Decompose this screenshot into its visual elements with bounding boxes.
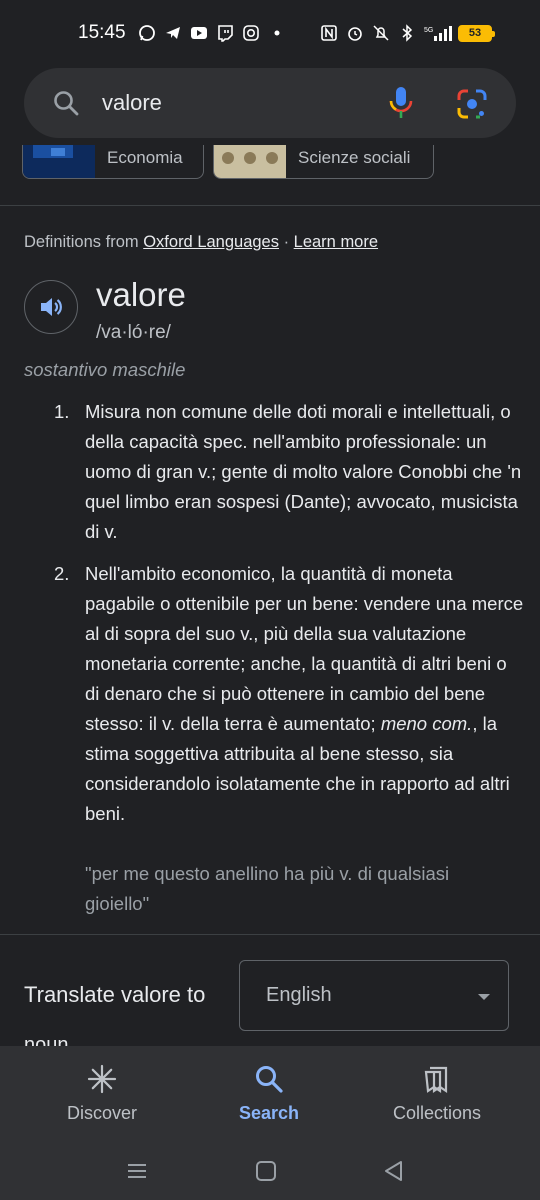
search-bar[interactable]: valore: [24, 68, 516, 138]
twitch-icon: [216, 24, 234, 42]
usage-note: meno com.: [380, 713, 473, 734]
dropdown-arrow-icon: [478, 994, 490, 1000]
svg-text:5G: 5G: [424, 27, 433, 34]
definition-text: Nell'ambito economico, la quantità di mo…: [85, 559, 525, 829]
microphone-icon[interactable]: [388, 86, 414, 120]
nav-label: Discover: [66, 1103, 137, 1123]
definition-text: Misura non comune delle doti morali e in…: [85, 401, 522, 542]
category-chips: Economia Scienze sociali: [0, 145, 540, 185]
nav-discover[interactable]: Discover: [12, 1046, 192, 1142]
recent-apps-icon[interactable]: [124, 1158, 150, 1184]
divider: [0, 205, 540, 206]
bottom-navigation: Discover Search Collections: [0, 1046, 540, 1142]
discover-icon: [87, 1064, 117, 1094]
mute-icon: [372, 24, 390, 42]
search-icon: [256, 1066, 283, 1093]
oxford-languages-link[interactable]: Oxford Languages: [143, 233, 279, 251]
telegram-icon: [164, 24, 182, 42]
status-time: 15:45: [78, 22, 126, 43]
google-lens-icon[interactable]: [456, 88, 488, 120]
chip-thumbnail: [23, 145, 95, 178]
nav-search[interactable]: Search: [179, 1046, 359, 1142]
bluetooth-icon: [398, 24, 416, 42]
home-icon[interactable]: [253, 1158, 279, 1184]
5g-signal-icon: 5G: [424, 24, 454, 42]
nav-label: Search: [238, 1103, 300, 1123]
learn-more-link[interactable]: Learn more: [294, 233, 378, 251]
pronunciation-button[interactable]: [24, 280, 78, 334]
definition-number: 1.: [54, 401, 70, 422]
dot-icon: [268, 24, 286, 42]
collections-icon: [424, 1066, 448, 1094]
divider: [0, 934, 540, 935]
headword: valore: [96, 276, 186, 313]
notification-icons: [138, 24, 286, 42]
usage-example: "per me questo anellino ha più v. di qua…: [85, 863, 450, 914]
alarm-icon: [346, 24, 364, 42]
chip-thumbnail: [214, 145, 286, 178]
definition-text-part: Nell'ambito economico, la quantità di mo…: [85, 563, 524, 734]
translate-label: Translate valore to: [24, 982, 206, 1007]
system-status-icons: 5G: [320, 24, 454, 42]
selected-language: English: [266, 984, 332, 1006]
phonetic-spelling: /va·ló·re/: [96, 322, 171, 343]
part-of-speech: sostantivo maschile: [24, 359, 186, 380]
speaker-icon: [41, 298, 62, 316]
definition-number: 2.: [54, 563, 70, 584]
source-separator: ·: [278, 233, 294, 251]
source-prefix: Definitions from: [24, 233, 144, 251]
youtube-icon: [190, 24, 208, 42]
nav-collections[interactable]: Collections: [347, 1046, 527, 1142]
back-icon[interactable]: [381, 1158, 407, 1184]
chip-economia[interactable]: Economia: [22, 145, 204, 179]
language-dropdown[interactable]: English: [239, 960, 509, 1031]
status-bar: 15:45 5G 53: [0, 0, 540, 68]
chip-label: Scienze sociali: [298, 148, 411, 167]
whatsapp-icon: [138, 24, 156, 42]
search-icon: [54, 91, 79, 116]
instagram-icon: [242, 24, 260, 42]
battery-indicator: 53: [458, 25, 495, 42]
nav-label: Collections: [392, 1103, 482, 1123]
nfc-icon: [320, 24, 338, 42]
chip-label: Economia: [107, 148, 183, 167]
search-input[interactable]: valore: [102, 90, 162, 116]
definition-source: Definitions from Oxford Languages · Lear…: [24, 233, 378, 252]
system-navigation-bar: [0, 1142, 540, 1200]
chip-scienze-sociali[interactable]: Scienze sociali: [213, 145, 434, 179]
